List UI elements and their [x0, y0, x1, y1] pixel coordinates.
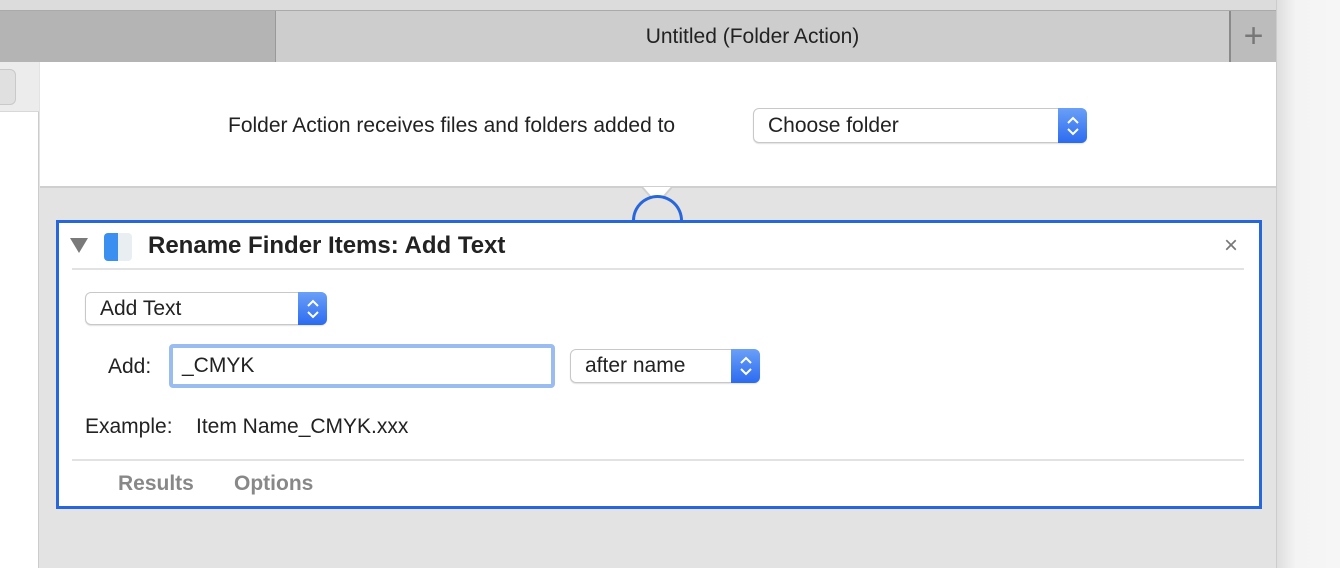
updown-chevron-icon — [731, 349, 760, 383]
tab-untitled-folder-action[interactable]: Untitled (Folder Action) — [276, 11, 1229, 62]
finder-icon — [104, 233, 132, 261]
library-pane — [0, 62, 39, 568]
window-titlebar-strip — [0, 0, 1276, 11]
tab-inactive[interactable] — [0, 11, 276, 62]
receives-label: Folder Action receives files and folders… — [228, 114, 676, 137]
folder-popup-value: Choose folder — [768, 113, 899, 137]
updown-chevron-icon — [1058, 108, 1087, 143]
add-text-input[interactable]: _CMYK — [169, 344, 555, 388]
updown-chevron-icon — [298, 292, 327, 325]
close-icon[interactable]: × — [1224, 232, 1238, 260]
mode-popup-value: Add Text — [100, 296, 182, 320]
example-value: Item Name_CMYK.xxx — [196, 415, 409, 438]
library-button[interactable] — [0, 69, 16, 105]
right-pane — [1276, 0, 1340, 568]
folder-popup[interactable]: Choose folder — [753, 108, 1087, 143]
position-popup[interactable]: after name — [570, 349, 760, 383]
options-tab[interactable]: Options — [234, 472, 313, 496]
divider — [72, 459, 1244, 461]
results-tab[interactable]: Results — [118, 472, 194, 496]
add-text-value: _CMYK — [182, 354, 255, 377]
example-label: Example: — [85, 415, 173, 438]
mode-popup[interactable]: Add Text — [85, 292, 327, 325]
tab-title: Untitled (Folder Action) — [645, 24, 860, 48]
plus-icon: + — [1243, 17, 1264, 55]
add-label: Add: — [108, 355, 152, 378]
position-popup-value: after name — [585, 354, 686, 377]
action-title: Rename Finder Items: Add Text — [148, 232, 506, 259]
disclosure-triangle-icon[interactable] — [70, 238, 88, 253]
new-tab-button[interactable]: + — [1229, 11, 1276, 62]
divider — [72, 268, 1244, 270]
